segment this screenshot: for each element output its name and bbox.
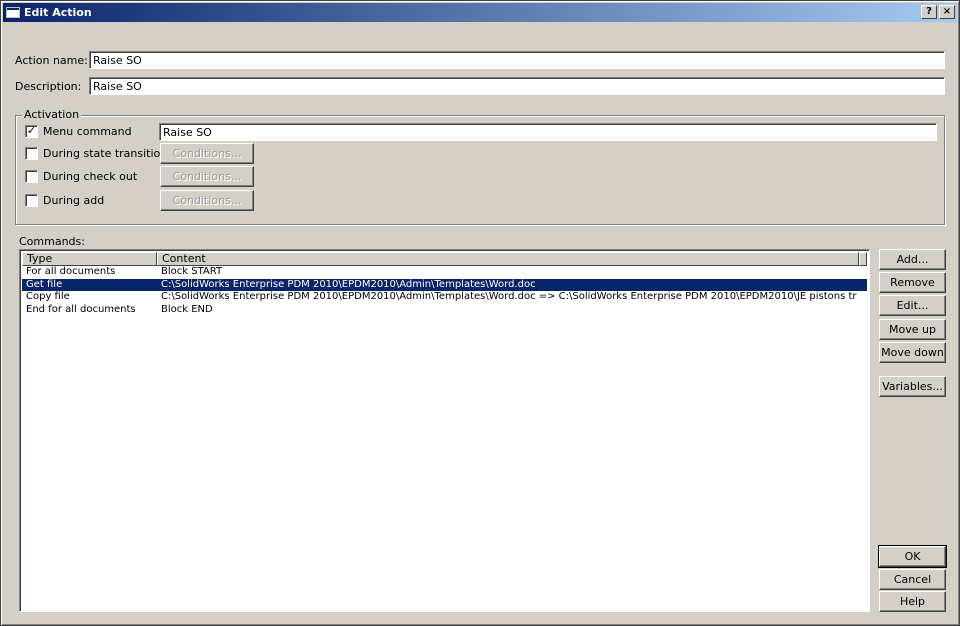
commands-list-header: Type Content [22, 252, 867, 266]
action-name-label: Action name: [15, 54, 88, 67]
table-row[interactable]: Get file C:\SolidWorks Enterprise PDM 20… [22, 278, 867, 291]
commands-label: Commands: [19, 235, 85, 248]
action-name-input[interactable]: Raise SO [89, 51, 945, 69]
state-transition-checkbox-row[interactable]: During state transition [25, 147, 167, 160]
check-out-checkbox[interactable] [25, 170, 38, 183]
state-transition-label: During state transition [43, 147, 168, 160]
column-header-content[interactable]: Content [157, 252, 859, 266]
menu-command-checkbox-row[interactable]: ✓ Menu command [25, 125, 132, 138]
activation-legend: Activation [22, 108, 82, 121]
column-header-type[interactable]: Type [22, 252, 157, 266]
row-content: C:\SolidWorks Enterprise PDM 2010\EPDM20… [161, 291, 857, 302]
row-type: End for all documents [26, 303, 136, 315]
ok-button[interactable]: OK [878, 545, 947, 568]
title-buttons: ? × [921, 5, 955, 19]
row-type: For all documents [26, 266, 116, 277]
move-up-button[interactable]: Move up [879, 319, 946, 340]
row-content: Block END [161, 303, 213, 315]
check-out-checkbox-row[interactable]: During check out [25, 170, 137, 183]
table-row[interactable]: For all documents Block START [22, 266, 867, 279]
add-conditions-button[interactable]: Conditions... [160, 190, 254, 211]
menu-command-label: Menu command [43, 125, 132, 138]
state-transition-checkbox[interactable] [25, 147, 38, 160]
close-title-button[interactable]: × [939, 5, 955, 19]
check-out-conditions-button[interactable]: Conditions... [160, 166, 254, 187]
cancel-button[interactable]: Cancel [879, 569, 946, 590]
commands-list[interactable]: Type Content For all documents Block STA… [19, 249, 870, 612]
remove-command-button[interactable]: Remove [879, 272, 946, 293]
edit-command-button[interactable]: Edit... [879, 295, 946, 316]
row-content: Block START [161, 266, 223, 277]
row-type: Get file [26, 278, 63, 290]
title-bar[interactable]: Edit Action ? × [3, 3, 957, 22]
add-label: During add [43, 194, 105, 207]
row-content: C:\SolidWorks Enterprise PDM 2010\EPDM20… [161, 278, 536, 290]
add-command-button[interactable]: Add... [879, 249, 946, 270]
edit-action-dialog: Edit Action ? × Action name: Raise SO De… [0, 0, 960, 626]
move-down-button[interactable]: Move down [879, 342, 946, 363]
table-row[interactable]: End for all documents Block END [22, 304, 867, 317]
menu-command-checkbox[interactable]: ✓ [25, 125, 38, 138]
add-checkbox[interactable] [25, 194, 38, 207]
add-checkbox-row[interactable]: During add [25, 194, 104, 207]
state-transition-conditions-button[interactable]: Conditions... [160, 143, 254, 164]
check-out-label: During check out [43, 170, 138, 183]
help-title-button[interactable]: ? [921, 5, 937, 19]
description-input[interactable]: Raise SO [89, 77, 945, 95]
variables-button[interactable]: Variables... [879, 376, 946, 397]
column-header-filler [859, 252, 867, 266]
menu-command-input[interactable]: Raise SO [159, 123, 937, 141]
window-icon [6, 7, 20, 18]
window-title: Edit Action [24, 6, 92, 19]
row-type: Copy file [26, 291, 70, 302]
description-label: Description: [15, 80, 82, 93]
help-button[interactable]: Help [879, 591, 946, 612]
table-row[interactable]: Copy file C:\SolidWorks Enterprise PDM 2… [22, 291, 867, 304]
